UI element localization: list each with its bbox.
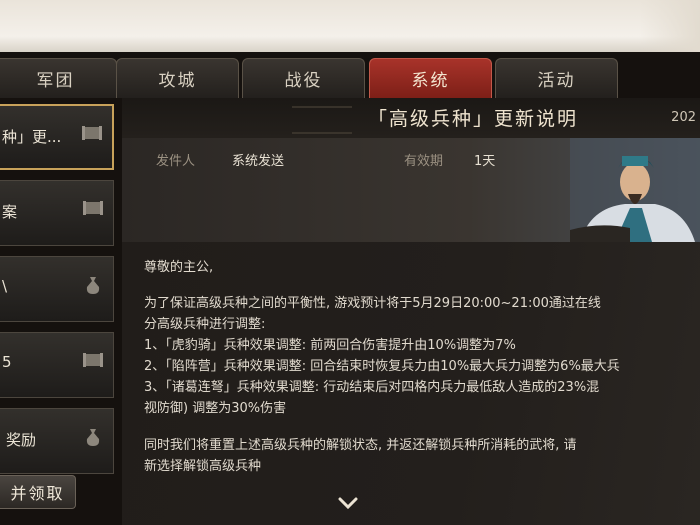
mail-list: 种」更... 案 \ 5 奖励 xyxy=(0,98,118,525)
scroll-icon xyxy=(83,201,103,215)
mail-line: 尊敬的主公, xyxy=(144,260,214,275)
mail-line: 分高级兵种进行调整: xyxy=(144,317,266,332)
sender-value: 系统发送 xyxy=(232,154,285,169)
tab-system[interactable]: 系统 xyxy=(369,58,492,98)
tab-legion[interactable]: 军团 xyxy=(0,58,117,98)
mail-line: 同时我们将重置上述高级兵种的解锁状态, 并返还解锁兵种所消耗的武将, 请 xyxy=(144,438,577,453)
mail-line: 视防御) 调整为30%伤害 xyxy=(144,401,287,416)
mail-item-2[interactable]: 案 xyxy=(0,180,114,246)
chevron-down-icon[interactable] xyxy=(338,496,358,510)
mail-item-1[interactable]: 种」更... xyxy=(0,104,114,170)
mail-item-label: 5 xyxy=(2,353,12,371)
mail-item-4[interactable]: 5 xyxy=(0,332,114,398)
mail-line: 为了保证高级兵种之间的平衡性, 游戏预计将于5月29日20:00~21:00通过… xyxy=(144,296,601,311)
mail-item-5[interactable]: 奖励 xyxy=(0,408,114,474)
mail-item-label: \ xyxy=(2,277,8,295)
tab-siege[interactable]: 攻城 xyxy=(116,58,239,98)
tab-campaign[interactable]: 战役 xyxy=(242,58,365,98)
expiry-label: 有效期 xyxy=(404,154,444,169)
mail-line: 2、「陷阵营」兵种效果调整: 回合结束时恢复兵力由10%最大兵力调整为6%最大兵 xyxy=(144,359,620,374)
bag-icon xyxy=(86,277,100,294)
mail-item-label: 案 xyxy=(2,203,18,221)
category-tabs: 军团 攻城 战役 系统 活动 xyxy=(0,58,700,98)
scroll-icon xyxy=(83,353,103,367)
mail-item-label: 种」更... xyxy=(2,128,62,146)
title-ornament xyxy=(292,106,352,134)
tab-event[interactable]: 活动 xyxy=(495,58,618,98)
mail-detail-panel: 「高级兵种」更新说明 202 发件人 系统发送 有效期 1天 尊敬的主公, 为了… xyxy=(122,98,700,525)
claim-all-button[interactable]: 并领取 xyxy=(0,475,76,509)
scroll-icon xyxy=(82,126,102,140)
mail-date: 202 xyxy=(671,110,696,125)
mail-line: 3、「诸葛连弩」兵种效果调整: 行动结束后对四格内兵力最低敌人造成的23%混 xyxy=(144,380,600,395)
mail-line: 新选择解锁高级兵种 xyxy=(144,459,262,474)
mail-item-3[interactable]: \ xyxy=(0,256,114,322)
mail-item-label: 奖励 xyxy=(6,431,37,449)
bag-icon xyxy=(86,429,100,446)
expiry-value: 1天 xyxy=(474,154,496,169)
mail-line: 1、「虎豹骑」兵种效果调整: 前两回合伤害提升由10%调整为7% xyxy=(144,338,516,353)
advisor-portrait xyxy=(570,138,700,242)
mail-body: 尊敬的主公, 为了保证高级兵种之间的平衡性, 游戏预计将于5月29日20:00~… xyxy=(122,242,700,525)
top-banner xyxy=(0,0,700,52)
sender-label: 发件人 xyxy=(156,154,196,169)
mail-title: 「高级兵种」更新说明 xyxy=(368,108,579,130)
mail-title-bar: 「高级兵种」更新说明 202 xyxy=(122,98,700,138)
